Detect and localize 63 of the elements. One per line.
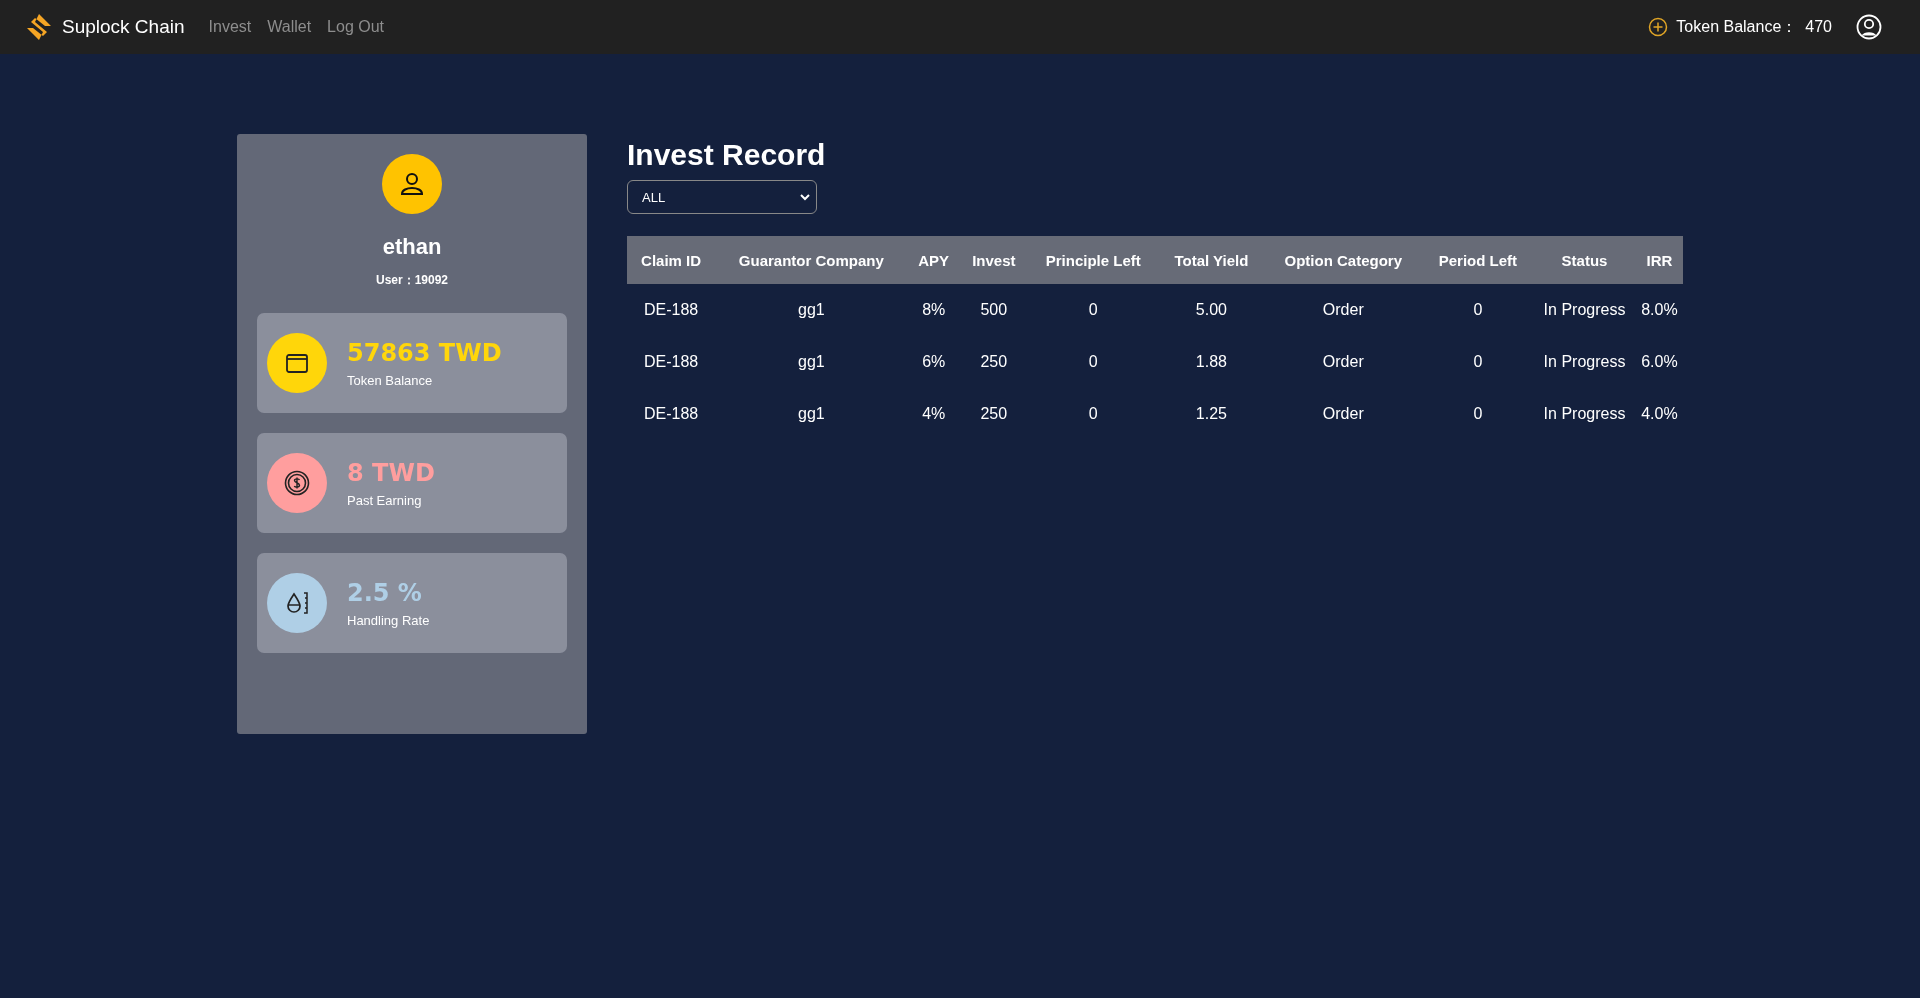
table-cell: In Progress xyxy=(1533,284,1636,336)
column-header: Claim ID xyxy=(627,236,716,284)
table-cell-text: 0 xyxy=(1087,404,1099,424)
column-header: Principle Left xyxy=(1027,236,1159,284)
token-balance-label: Token Balance： xyxy=(1676,16,1798,37)
column-header: Status xyxy=(1533,236,1636,284)
table-cell: Order xyxy=(1263,284,1423,336)
column-header: Option Category xyxy=(1263,236,1423,284)
table-cell-text: 250 xyxy=(979,352,1009,372)
table-cell-text: 4% xyxy=(921,404,947,424)
user-account-icon[interactable] xyxy=(1856,14,1882,40)
user-id: User：19092 xyxy=(375,272,449,289)
stat-label: Token Balance xyxy=(347,372,434,388)
nav-link[interactable]: Invest xyxy=(208,18,252,36)
table-cell: 0 xyxy=(1422,284,1534,336)
table-cell-text: In Progress xyxy=(1542,404,1627,424)
stat-value: 57863 TWD xyxy=(347,338,502,367)
column-header: Guarantor Company xyxy=(715,236,908,284)
user-name: ethan xyxy=(382,234,442,260)
table-cell-text: 1.25 xyxy=(1194,404,1228,424)
table-cell-text: 6.0% xyxy=(1640,352,1679,372)
table-cell-text: 0 xyxy=(1472,404,1484,424)
plus-circle-icon[interactable] xyxy=(1648,17,1669,37)
token-balance-value: 470 xyxy=(1805,18,1832,36)
drop-ruler-icon xyxy=(285,590,309,616)
column-header: APY xyxy=(907,236,960,284)
stat-label: Handling Rate xyxy=(347,612,430,628)
brand-link[interactable]: Suplock Chain xyxy=(62,16,185,38)
table-cell: 8% xyxy=(907,284,960,336)
column-header: Total Yield xyxy=(1158,236,1264,284)
table-cell-text: 4.0% xyxy=(1640,404,1679,424)
table-cell: 500 xyxy=(959,284,1028,336)
table-cell: 8.0% xyxy=(1635,284,1683,336)
table-cell: gg1 xyxy=(715,284,908,336)
wallet-icon xyxy=(285,352,309,374)
table-cell: 5.00 xyxy=(1158,284,1264,336)
table-cell-text: DE-188 xyxy=(642,352,700,372)
table-cell-text: 1.88 xyxy=(1194,352,1228,372)
column-header: Period Left xyxy=(1422,236,1534,284)
table-cell-text: 6% xyxy=(921,352,947,372)
stat-value: 2.5 % xyxy=(347,578,423,607)
avatar-icon xyxy=(382,154,442,214)
filter-dropdown[interactable]: ALL xyxy=(627,180,817,214)
table-cell: DE-188 xyxy=(627,284,716,336)
table-cell-text: Order xyxy=(1321,404,1365,424)
table-cell-text: gg1 xyxy=(797,404,826,424)
chevron-down-icon xyxy=(800,193,810,201)
table-cell-text: gg1 xyxy=(797,352,826,372)
table-cell: 0 xyxy=(1027,284,1159,336)
dollar-coin-icon xyxy=(284,470,310,496)
stat-label: Past Earning xyxy=(347,492,423,508)
column-header: Invest xyxy=(959,236,1028,284)
nav-link[interactable]: Log Out xyxy=(327,18,384,36)
table-cell-text: 0 xyxy=(1087,352,1099,372)
page-title: Invest Record xyxy=(627,138,827,172)
stat-value: 8 TWD xyxy=(347,458,435,487)
column-header: IRR xyxy=(1635,236,1683,284)
table-cell-text: Order xyxy=(1321,352,1365,372)
table-cell-text: In Progress xyxy=(1542,352,1627,372)
table-cell-text: 0 xyxy=(1472,352,1484,372)
table-cell-text: DE-188 xyxy=(642,404,700,424)
table-cell-text: 250 xyxy=(979,404,1009,424)
nav-link[interactable]: Wallet xyxy=(267,18,312,36)
